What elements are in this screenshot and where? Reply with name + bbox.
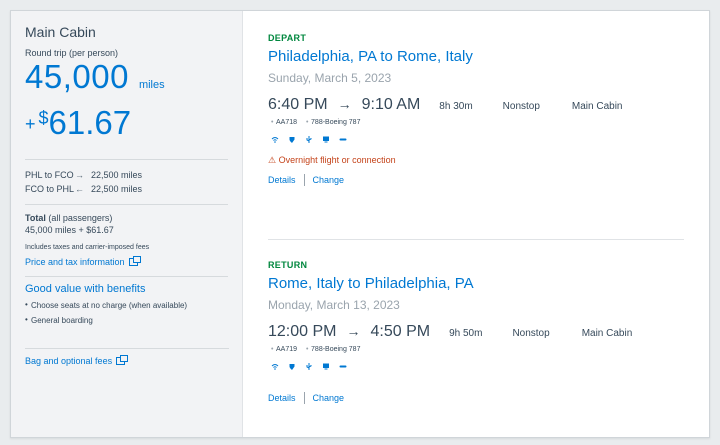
- total-suffix: (all passengers): [45, 213, 113, 223]
- entertainment-icon: [322, 363, 330, 370]
- departure-time: 6:40 PM: [268, 96, 328, 113]
- left-arrow-icon: ←: [75, 184, 84, 194]
- cabin-class: Main Cabin: [571, 101, 623, 112]
- plus-sign: +: [25, 114, 36, 134]
- stops: Nonstop: [502, 101, 540, 112]
- segment-row: FCO to PHL ← 22,500 miles: [25, 182, 228, 196]
- return-label: RETURN: [268, 260, 308, 270]
- arrival-time: 9:10 AM: [361, 96, 421, 113]
- return-times: 12:00 PM → 4:50 PM 9h 50m Nonstop Main C…: [268, 323, 688, 341]
- flight-duration: 9h 50m: [449, 328, 483, 339]
- shield-icon: [288, 363, 296, 370]
- bag-fees-link-label: Bag and optional fees: [25, 356, 113, 366]
- return-links: Details Change: [268, 392, 688, 404]
- segment-miles-list: PHL to FCO → 22,500 miles FCO to PHL ← 2…: [25, 159, 228, 196]
- total-block: Total (all passengers) 45,000 miles + $6…: [25, 204, 228, 268]
- right-arrow-icon: →: [346, 323, 361, 339]
- wifi-icon: [271, 136, 279, 143]
- benefit-item: Choose seats at no charge (when availabl…: [25, 300, 228, 310]
- details-link[interactable]: Details: [268, 175, 296, 185]
- segment-route: FCO to PHL: [25, 184, 75, 194]
- total-value: 45,000 miles + $61.67: [25, 225, 114, 235]
- external-link-icon: [128, 256, 141, 266]
- segment-miles: 22,500 miles: [91, 170, 143, 180]
- overnight-warning: ⚠ Overnight flight or connection: [268, 155, 396, 165]
- depart-links: Details Change: [268, 174, 688, 186]
- usb-power-icon: [305, 363, 313, 370]
- round-trip-label: Round trip (per person): [25, 48, 119, 58]
- itinerary-main: DEPART Philadelphia, PA to Rome, Italy S…: [243, 11, 709, 437]
- departure-time: 12:00 PM: [268, 323, 337, 340]
- fees-note: Includes taxes and carrier-imposed fees: [25, 244, 150, 251]
- bag-fees-link[interactable]: Bag and optional fees: [25, 355, 229, 366]
- section-divider: [268, 239, 684, 240]
- shield-icon: [288, 136, 296, 143]
- return-flight: RETURN Rome, Italy to Philadelphia, PA M…: [268, 260, 688, 404]
- depart-flight: DEPART Philadelphia, PA to Rome, Italy S…: [268, 33, 688, 186]
- cabin-class: Main Cabin: [581, 328, 633, 339]
- depart-times: 6:40 PM → 9:10 AM 8h 30m Nonstop Main Ca…: [268, 96, 688, 114]
- change-link[interactable]: Change: [313, 175, 345, 185]
- flight-number: AA718: [271, 119, 297, 126]
- arrival-time: 4:50 PM: [370, 323, 431, 340]
- bag-fees-block: Bag and optional fees: [25, 348, 229, 366]
- total-label: Total: [25, 213, 46, 223]
- aircraft-type: 788-Boeing 787: [306, 346, 360, 353]
- cash-amount: 61.67: [48, 104, 132, 141]
- right-arrow-icon: →: [75, 170, 84, 180]
- miles-word: miles: [138, 79, 165, 91]
- usb-power-icon: [305, 136, 313, 143]
- flight-summary-card: Main Cabin Round trip (per person) 45,00…: [10, 10, 710, 438]
- return-route: Rome, Italy to Philadelphia, PA: [268, 275, 474, 292]
- stops: Nonstop: [512, 328, 550, 339]
- cash-price: + $ 61.67: [25, 105, 228, 141]
- depart-date: Sunday, March 5, 2023: [268, 71, 392, 85]
- total-label-row: Total (all passengers): [25, 212, 228, 224]
- segment-route: PHL to FCO: [25, 170, 74, 180]
- miles-price: 45,000 miles: [25, 59, 228, 95]
- wifi-icon: [271, 363, 279, 370]
- benefits-block: Good value with benefits Choose seats at…: [25, 276, 228, 325]
- segment-row: PHL to FCO → 22,500 miles: [25, 168, 228, 182]
- flight-duration: 8h 30m: [439, 101, 473, 112]
- dollar-sign: $: [38, 108, 49, 128]
- change-link[interactable]: Change: [313, 393, 345, 403]
- flight-info: AA719 788-Boeing 787: [268, 346, 688, 353]
- details-link[interactable]: Details: [268, 393, 296, 403]
- amenities-row: [268, 363, 688, 370]
- right-arrow-icon: →: [337, 96, 352, 112]
- flight-number: AA719: [271, 346, 297, 353]
- cabin-title: Main Cabin: [25, 24, 96, 40]
- segment-miles: 22,500 miles: [91, 184, 143, 194]
- miles-amount: 45,000: [25, 58, 129, 95]
- depart-label: DEPART: [268, 33, 307, 43]
- entertainment-icon: [322, 136, 330, 143]
- price-tax-link[interactable]: Price and tax information: [25, 256, 228, 268]
- aircraft-type: 788-Boeing 787: [306, 119, 360, 126]
- price-tax-link-label: Price and tax information: [25, 257, 125, 267]
- depart-route: Philadelphia, PA to Rome, Italy: [268, 48, 473, 65]
- food-icon: [339, 363, 347, 370]
- external-link-icon: [116, 355, 129, 365]
- benefits-title: Good value with benefits: [25, 283, 146, 295]
- flight-info: AA718 788-Boeing 787: [268, 119, 688, 126]
- price-summary-sidebar: Main Cabin Round trip (per person) 45,00…: [11, 11, 243, 437]
- link-divider: [303, 174, 305, 186]
- link-divider: [303, 392, 305, 404]
- return-date: Monday, March 13, 2023: [268, 298, 400, 312]
- benefit-item: General boarding: [25, 315, 228, 325]
- amenities-row: [268, 136, 688, 143]
- food-icon: [339, 136, 347, 143]
